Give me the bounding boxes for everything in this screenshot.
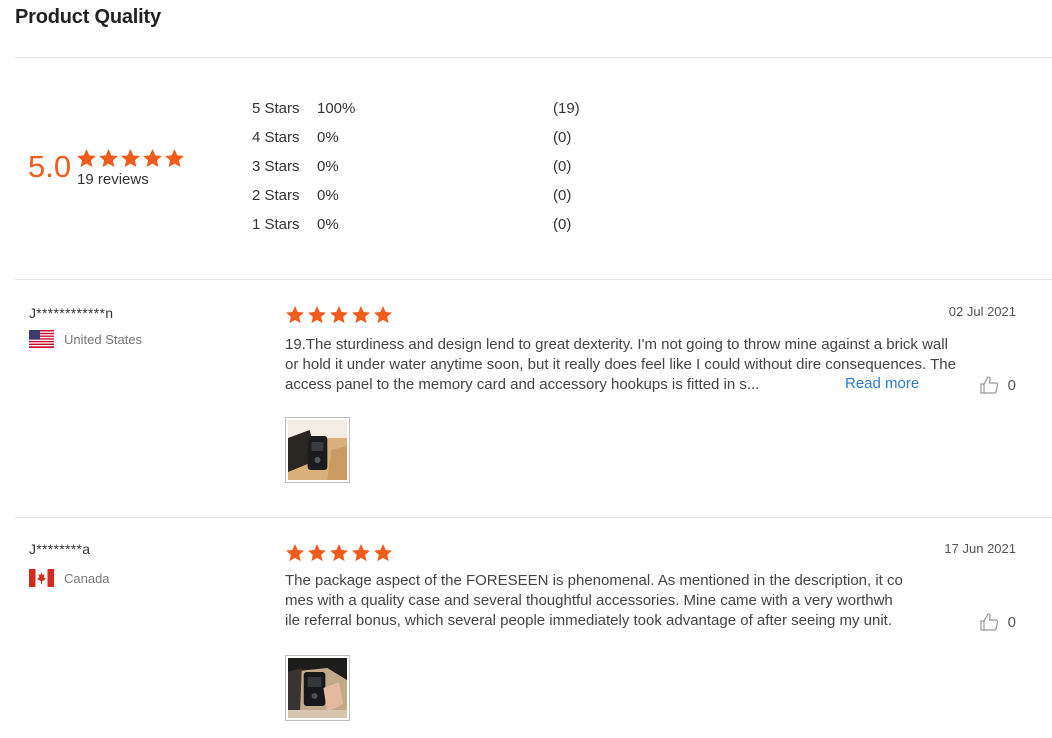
star-icon [308, 544, 326, 562]
reviewer-country: United States [29, 330, 142, 348]
distribution-count: (0) [553, 216, 572, 233]
thumbs-up-icon [980, 376, 998, 394]
average-score: 5.0 [28, 149, 72, 184]
distribution-count: (0) [553, 187, 572, 204]
review-item: J********a Canada 17 Jun 2021 The packag… [15, 518, 1052, 738]
like-count: 0 [1007, 376, 1016, 394]
star-icon [286, 544, 304, 562]
distribution-label: 4 Stars [252, 129, 300, 146]
distribution-percent: 0% [317, 158, 339, 175]
review-text-line: or hold it under water anytime soon, but… [285, 356, 956, 373]
summary-stars [76, 148, 185, 169]
review-item: J************n United States 02 Jul 2021 [15, 280, 1052, 517]
star-icon [374, 306, 392, 324]
star-icon [143, 149, 162, 168]
distribution-label: 2 Stars [252, 187, 300, 204]
distribution-count: (0) [553, 129, 572, 146]
star-icon [77, 149, 96, 168]
distribution-percent: 100% [317, 100, 356, 117]
review-count: 19 reviews [77, 171, 149, 188]
distribution-count: (19) [553, 100, 580, 117]
us-flag-icon [29, 330, 54, 348]
reviewer-country: Canada [29, 569, 110, 587]
distribution-label: 5 Stars [252, 100, 300, 117]
like-count: 0 [1007, 613, 1016, 631]
like-button[interactable]: 0 [979, 375, 1016, 395]
star-icon [121, 149, 140, 168]
product-photo-image [288, 658, 347, 718]
star-icon [286, 306, 304, 324]
star-icon [374, 544, 392, 562]
review-date: 17 Jun 2021 [944, 541, 1016, 556]
country-name: Canada [64, 570, 110, 586]
star-icon [330, 544, 348, 562]
star-icon [352, 544, 370, 562]
review-text: The package aspect of the FORESEEN is ph… [285, 571, 903, 631]
divider [15, 57, 1052, 58]
reviewer-name: J********a [29, 541, 91, 557]
distribution-percent: 0% [317, 129, 339, 146]
review-photo[interactable] [285, 655, 350, 721]
star-icon [165, 149, 184, 168]
review-date: 02 Jul 2021 [948, 304, 1016, 319]
section-title: Product Quality [15, 6, 161, 28]
reviewer-name: J************n [29, 305, 114, 321]
thumbs-up-icon [980, 613, 998, 631]
distribution-percent: 0% [317, 216, 339, 233]
star-icon [352, 306, 370, 324]
review-text-line: ile referral bonus, which several people… [285, 612, 892, 629]
read-more-link[interactable]: Read more [845, 375, 919, 392]
review-text-line: 19.The sturdiness and design lend to gre… [285, 336, 948, 353]
star-icon [308, 306, 326, 324]
review-text-line: The package aspect of the FORESEEN is ph… [285, 572, 903, 589]
canada-flag-icon [29, 569, 54, 587]
product-quality-section: Product Quality 5.0 19 reviews 5 Stars 1… [0, 0, 1052, 738]
product-photo-image [288, 420, 347, 480]
review-photo[interactable] [285, 417, 350, 483]
star-icon [99, 149, 118, 168]
distribution-label: 3 Stars [252, 158, 300, 175]
distribution-count: (0) [553, 158, 572, 175]
star-icon [330, 306, 348, 324]
review-text-line: mes with a quality case and several thou… [285, 592, 893, 609]
like-button[interactable]: 0 [979, 612, 1016, 632]
distribution-percent: 0% [317, 187, 339, 204]
review-stars [285, 543, 393, 563]
distribution-label: 1 Stars [252, 216, 300, 233]
review-stars [285, 305, 393, 325]
country-name: United States [64, 331, 143, 347]
